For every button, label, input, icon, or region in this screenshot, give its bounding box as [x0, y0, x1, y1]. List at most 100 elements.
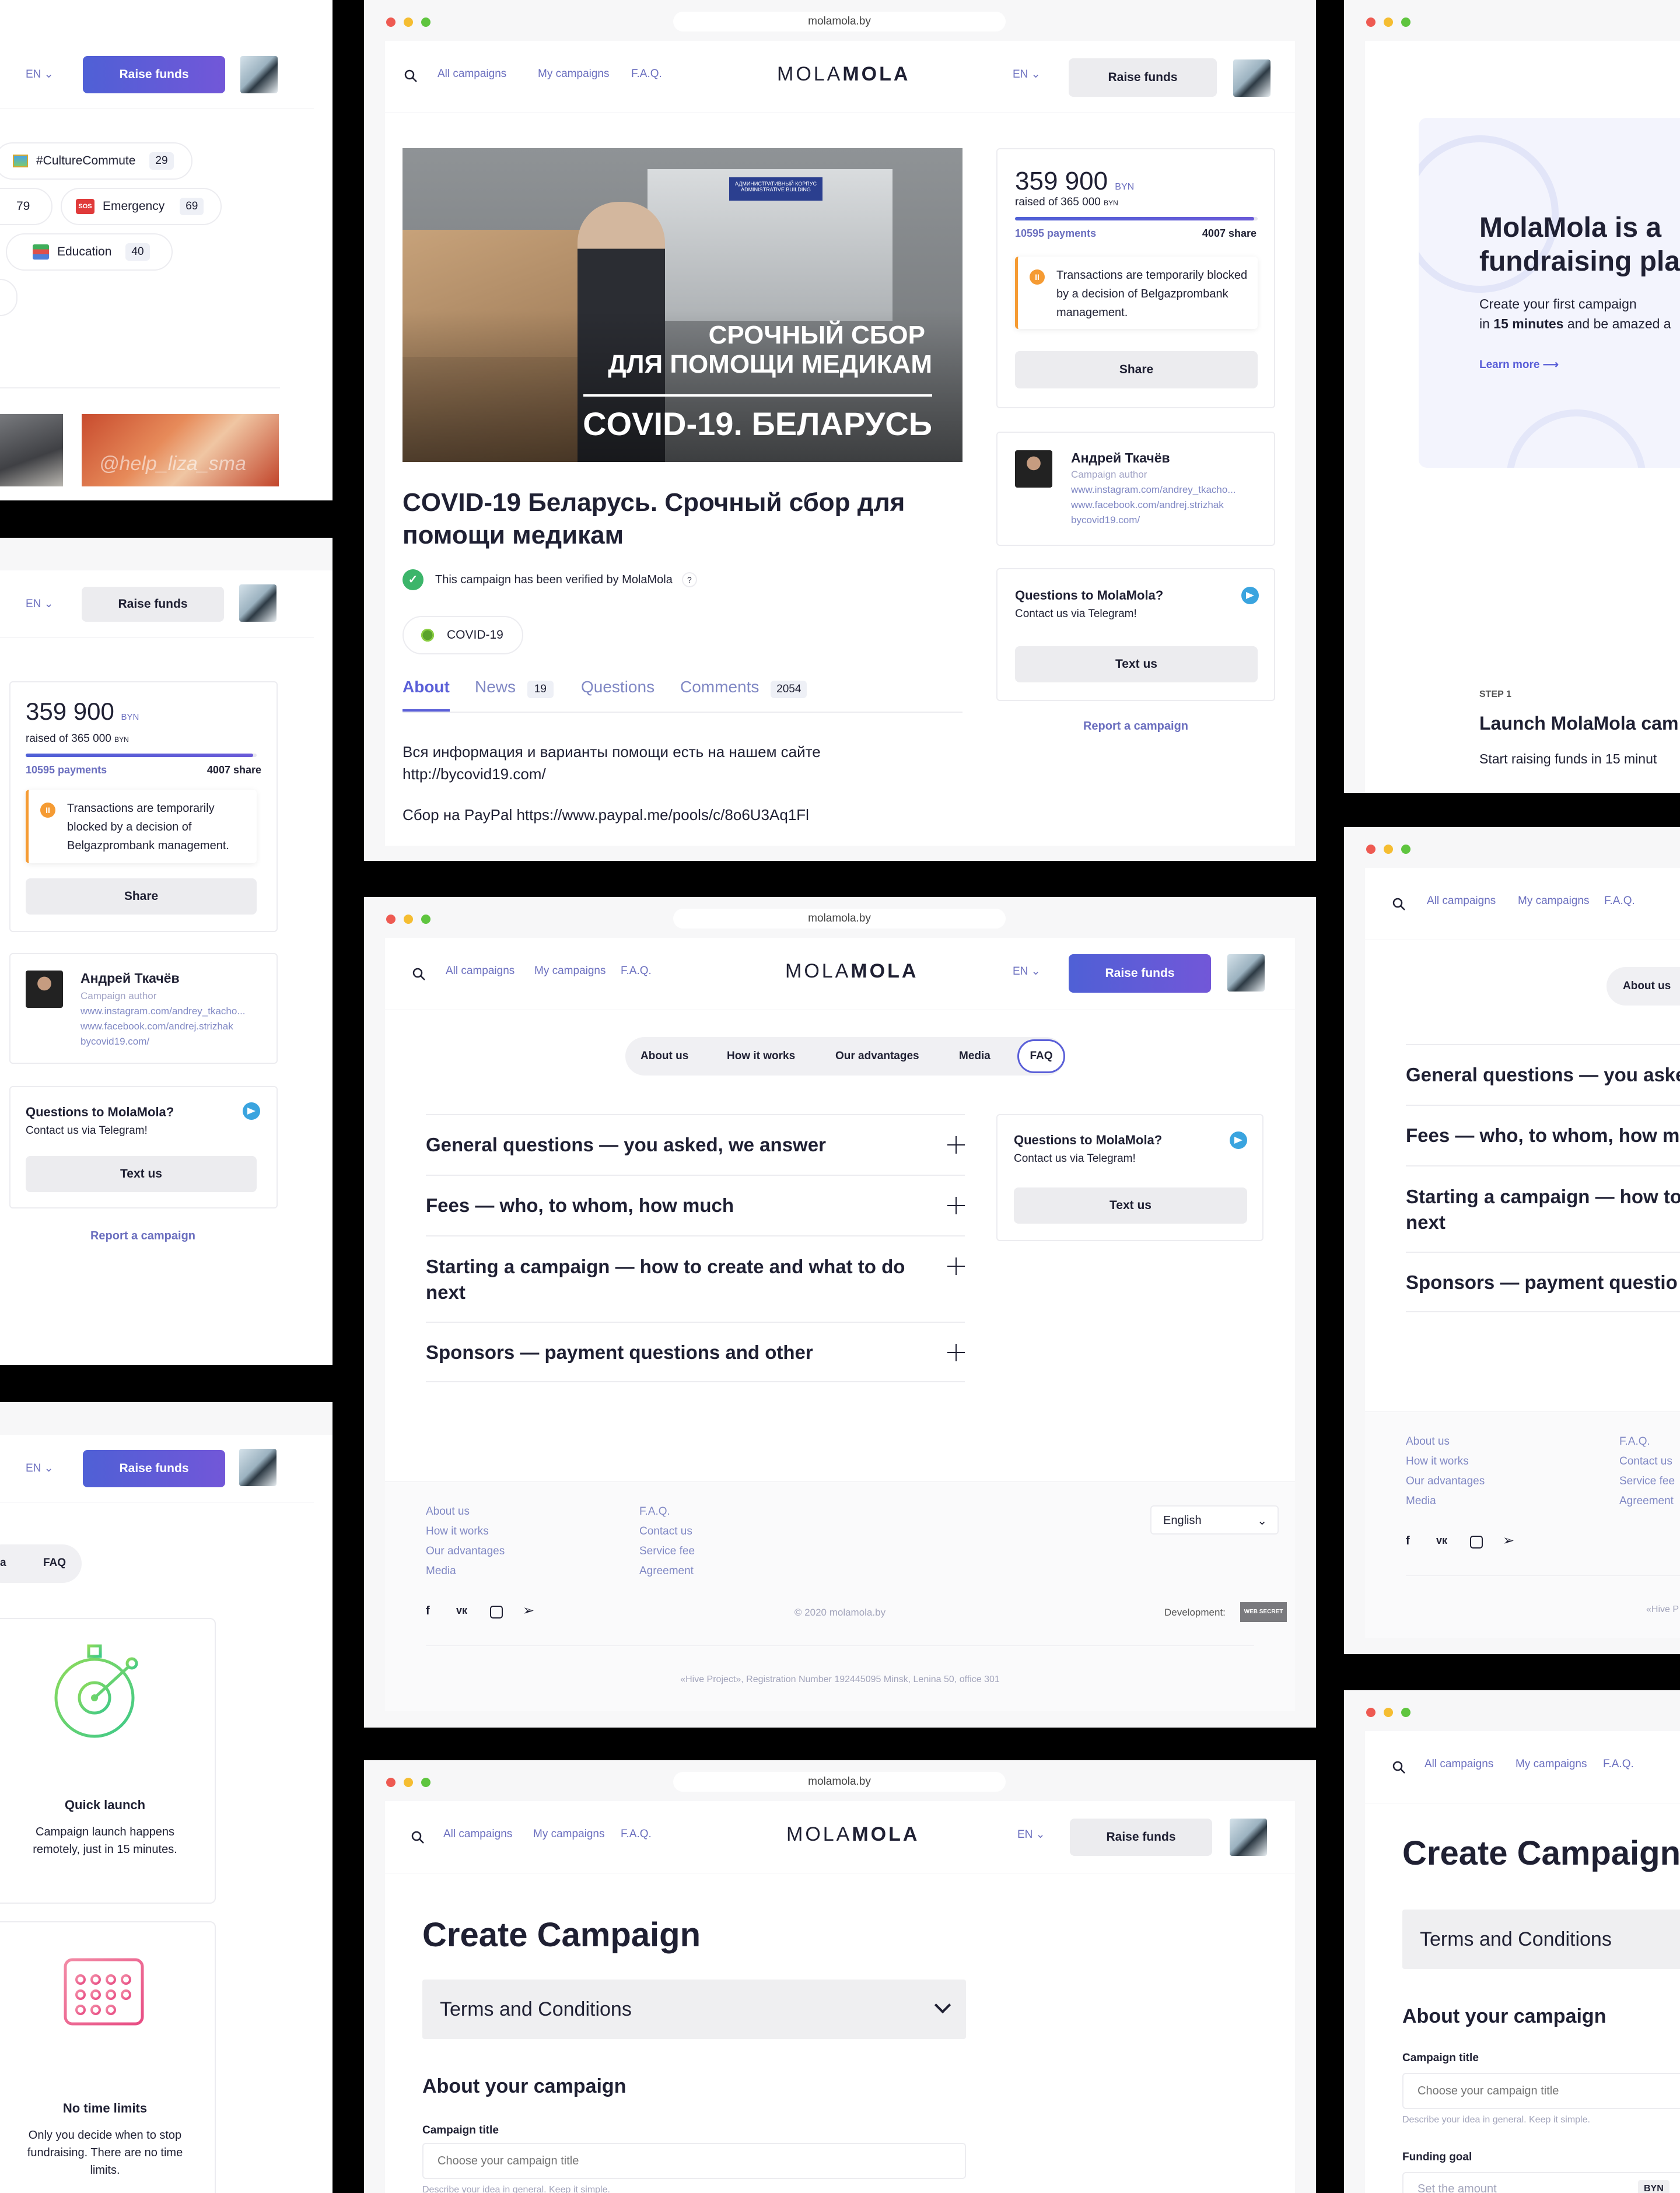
- language-select[interactable]: English ⌄: [1150, 1505, 1279, 1535]
- tab-news[interactable]: News 19: [475, 678, 554, 698]
- tab-about[interactable]: About: [402, 678, 450, 712]
- developer-logo[interactable]: WEB SECRET: [1240, 1602, 1287, 1622]
- footer-how-it-works[interactable]: How it works: [1406, 1455, 1469, 1468]
- campaign-photo-2[interactable]: @help_liza_sma: [82, 414, 279, 486]
- expand-icon[interactable]: [947, 1344, 965, 1361]
- author-link-site[interactable]: bycovid19.com/: [80, 1036, 149, 1048]
- language-switch[interactable]: EN ⌄: [1017, 1828, 1045, 1841]
- footer-our-advantages[interactable]: Our advantages: [1406, 1475, 1485, 1488]
- footer-agreement[interactable]: Agreement: [639, 1565, 694, 1578]
- nav-faq[interactable]: F.A.Q.: [631, 68, 662, 80]
- logo[interactable]: MOLAMOLA: [785, 960, 918, 983]
- maximize-dot[interactable]: [421, 915, 430, 924]
- share-button[interactable]: Share: [26, 878, 257, 915]
- footer-faq[interactable]: F.A.Q.: [639, 1505, 670, 1518]
- maximize-dot[interactable]: [1401, 17, 1410, 27]
- campaign-title-input[interactable]: [1402, 2073, 1680, 2109]
- close-dot[interactable]: [386, 1778, 396, 1787]
- funding-goal-input[interactable]: Set the amount BYN: [1402, 2172, 1680, 2193]
- faq-item-starting[interactable]: Starting a campaign — how to next: [1406, 1165, 1680, 1252]
- footer-media[interactable]: Media: [1406, 1495, 1436, 1508]
- language-switch[interactable]: EN ⌄: [26, 597, 54, 611]
- nav-my-campaigns[interactable]: My campaigns: [538, 68, 610, 80]
- tag-covid[interactable]: COVID-19: [402, 616, 523, 654]
- minimize-dot[interactable]: [1384, 17, 1393, 27]
- close-dot[interactable]: [1366, 1708, 1376, 1717]
- nav-all-campaigns[interactable]: All campaigns: [443, 1828, 512, 1841]
- faq-item-sponsors[interactable]: Sponsors — payment questions and other: [426, 1322, 965, 1382]
- close-dot[interactable]: [1366, 845, 1376, 854]
- avatar[interactable]: [239, 1449, 276, 1486]
- category-chip-cut[interactable]: [0, 279, 18, 316]
- nav-all-campaigns[interactable]: All campaigns: [446, 965, 514, 978]
- nav-faq[interactable]: F.A.Q.: [621, 965, 652, 978]
- tab-our-advantages[interactable]: Our advantages: [835, 1050, 919, 1063]
- logo[interactable]: MOLAMOLA: [777, 63, 910, 86]
- report-campaign-link[interactable]: Report a campaign: [996, 720, 1275, 733]
- faq-item-general[interactable]: General questions — you asked, we answer: [426, 1114, 965, 1175]
- tab-about-us[interactable]: About us: [1623, 980, 1671, 993]
- nav-faq[interactable]: F.A.Q.: [1604, 895, 1635, 908]
- nav-all-campaigns[interactable]: All campaigns: [1427, 895, 1496, 908]
- avatar[interactable]: [1233, 59, 1270, 97]
- address-bar[interactable]: molamola.by: [673, 909, 1006, 929]
- minimize-dot[interactable]: [1384, 845, 1393, 854]
- maximize-dot[interactable]: [421, 17, 430, 27]
- footer-our-advantages[interactable]: Our advantages: [426, 1545, 505, 1558]
- search-icon[interactable]: [1392, 897, 1406, 911]
- telegram-outline-icon[interactable]: ➢: [1503, 1532, 1514, 1549]
- tab-faq[interactable]: FAQ: [1017, 1039, 1065, 1073]
- address-bar[interactable]: molamola.by: [673, 12, 1006, 31]
- author-name[interactable]: Андрей Ткачёв: [80, 971, 180, 986]
- footer-service-fee[interactable]: Service fee: [639, 1545, 695, 1558]
- author-link-instagram[interactable]: www.instagram.com/andrey_tkacho...: [1071, 484, 1260, 496]
- author-link-facebook[interactable]: www.facebook.com/andrej.strizhak: [1071, 499, 1224, 511]
- category-chip-emergency[interactable]: SOS Emergency 69: [61, 188, 222, 225]
- learn-more-link[interactable]: Learn more ⟶: [1479, 358, 1559, 372]
- faq-item-fees[interactable]: Fees — who, to whom, how much: [426, 1175, 965, 1235]
- nav-my-campaigns[interactable]: My campaigns: [533, 1828, 605, 1841]
- maximize-dot[interactable]: [1401, 1708, 1410, 1717]
- tab-comments[interactable]: Comments 2054: [680, 678, 807, 698]
- footer-service-fee[interactable]: Service fee: [1619, 1475, 1675, 1488]
- nav-my-campaigns[interactable]: My campaigns: [1516, 1758, 1587, 1771]
- footer-how-it-works[interactable]: How it works: [426, 1525, 489, 1538]
- avatar[interactable]: [240, 56, 278, 93]
- language-switch[interactable]: EN ⌄: [1013, 965, 1041, 978]
- expand-icon[interactable]: [947, 1197, 965, 1214]
- text-us-button[interactable]: Text us: [1014, 1187, 1247, 1224]
- terms-accordion[interactable]: Terms and Conditions: [422, 1980, 966, 2039]
- category-chip-education[interactable]: Education 40: [6, 233, 173, 271]
- category-chip-culturecommute[interactable]: #CultureCommute 29: [0, 142, 192, 180]
- campaign-title-input[interactable]: [422, 2143, 966, 2179]
- category-chip-partial[interactable]: 79: [0, 188, 52, 225]
- raise-funds-button[interactable]: Raise funds: [1069, 58, 1217, 97]
- tab-how-it-works[interactable]: How it works: [727, 1050, 795, 1063]
- telegram-icon[interactable]: [1230, 1131, 1247, 1149]
- expand-icon[interactable]: [947, 1257, 965, 1275]
- avatar[interactable]: [239, 584, 276, 622]
- footer-about-us[interactable]: About us: [1406, 1435, 1450, 1448]
- author-avatar[interactable]: [1015, 450, 1052, 488]
- footer-faq[interactable]: F.A.Q.: [1619, 1435, 1650, 1448]
- raise-funds-button[interactable]: Raise funds: [83, 1450, 225, 1487]
- language-switch[interactable]: EN ⌄: [26, 68, 54, 81]
- help-icon[interactable]: ?: [681, 572, 697, 587]
- maximize-dot[interactable]: [421, 1778, 430, 1787]
- footer-contact-us[interactable]: Contact us: [1619, 1455, 1672, 1468]
- tab-about-us[interactable]: About us: [640, 1050, 688, 1063]
- telegram-icon[interactable]: [243, 1102, 260, 1120]
- raise-funds-button[interactable]: Raise funds: [83, 56, 225, 93]
- search-icon[interactable]: [412, 967, 426, 981]
- search-icon[interactable]: [1392, 1760, 1406, 1774]
- nav-faq[interactable]: F.A.Q.: [621, 1828, 652, 1841]
- minimize-dot[interactable]: [1384, 1708, 1393, 1717]
- author-name[interactable]: Андрей Ткачёв: [1071, 450, 1170, 466]
- nav-all-campaigns[interactable]: All campaigns: [1424, 1758, 1493, 1771]
- close-dot[interactable]: [386, 17, 396, 27]
- faq-item-sponsors[interactable]: Sponsors — payment questio: [1406, 1252, 1680, 1312]
- text-us-button[interactable]: Text us: [26, 1156, 257, 1192]
- search-icon[interactable]: [404, 69, 418, 83]
- author-link-facebook[interactable]: www.facebook.com/andrej.strizhak: [80, 1021, 233, 1032]
- footer-about-us[interactable]: About us: [426, 1505, 470, 1518]
